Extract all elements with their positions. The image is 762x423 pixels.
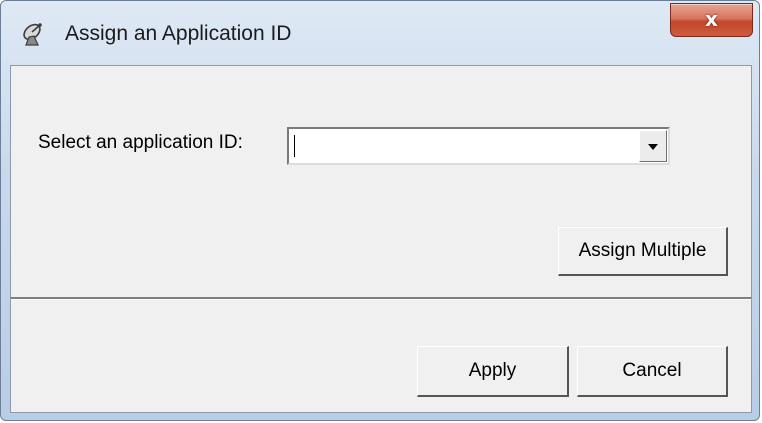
text-cursor bbox=[294, 135, 295, 157]
dialog-window: Assign an Application ID x Select an app… bbox=[0, 0, 760, 421]
apply-label: Apply bbox=[468, 360, 517, 381]
close-icon: x bbox=[705, 7, 718, 31]
cancel-button[interactable]: Cancel bbox=[577, 346, 728, 397]
application-id-combobox[interactable] bbox=[287, 127, 670, 165]
title-bar[interactable]: Assign an Application ID x bbox=[1, 1, 761, 65]
assign-multiple-button[interactable]: Assign Multiple bbox=[558, 227, 728, 276]
window-title: Assign an Application ID bbox=[65, 22, 292, 45]
satellite-dish-icon bbox=[23, 23, 42, 46]
application-id-label: Select an application ID: bbox=[38, 132, 243, 153]
chevron-down-icon[interactable] bbox=[639, 130, 667, 162]
close-button[interactable]: x bbox=[670, 3, 753, 37]
dialog-body: Select an application ID: Assign Multipl… bbox=[10, 65, 752, 413]
assign-multiple-label: Assign Multiple bbox=[578, 240, 707, 261]
section-divider bbox=[11, 297, 751, 300]
apply-button[interactable]: Apply bbox=[417, 346, 569, 397]
cancel-label: Cancel bbox=[622, 360, 682, 381]
